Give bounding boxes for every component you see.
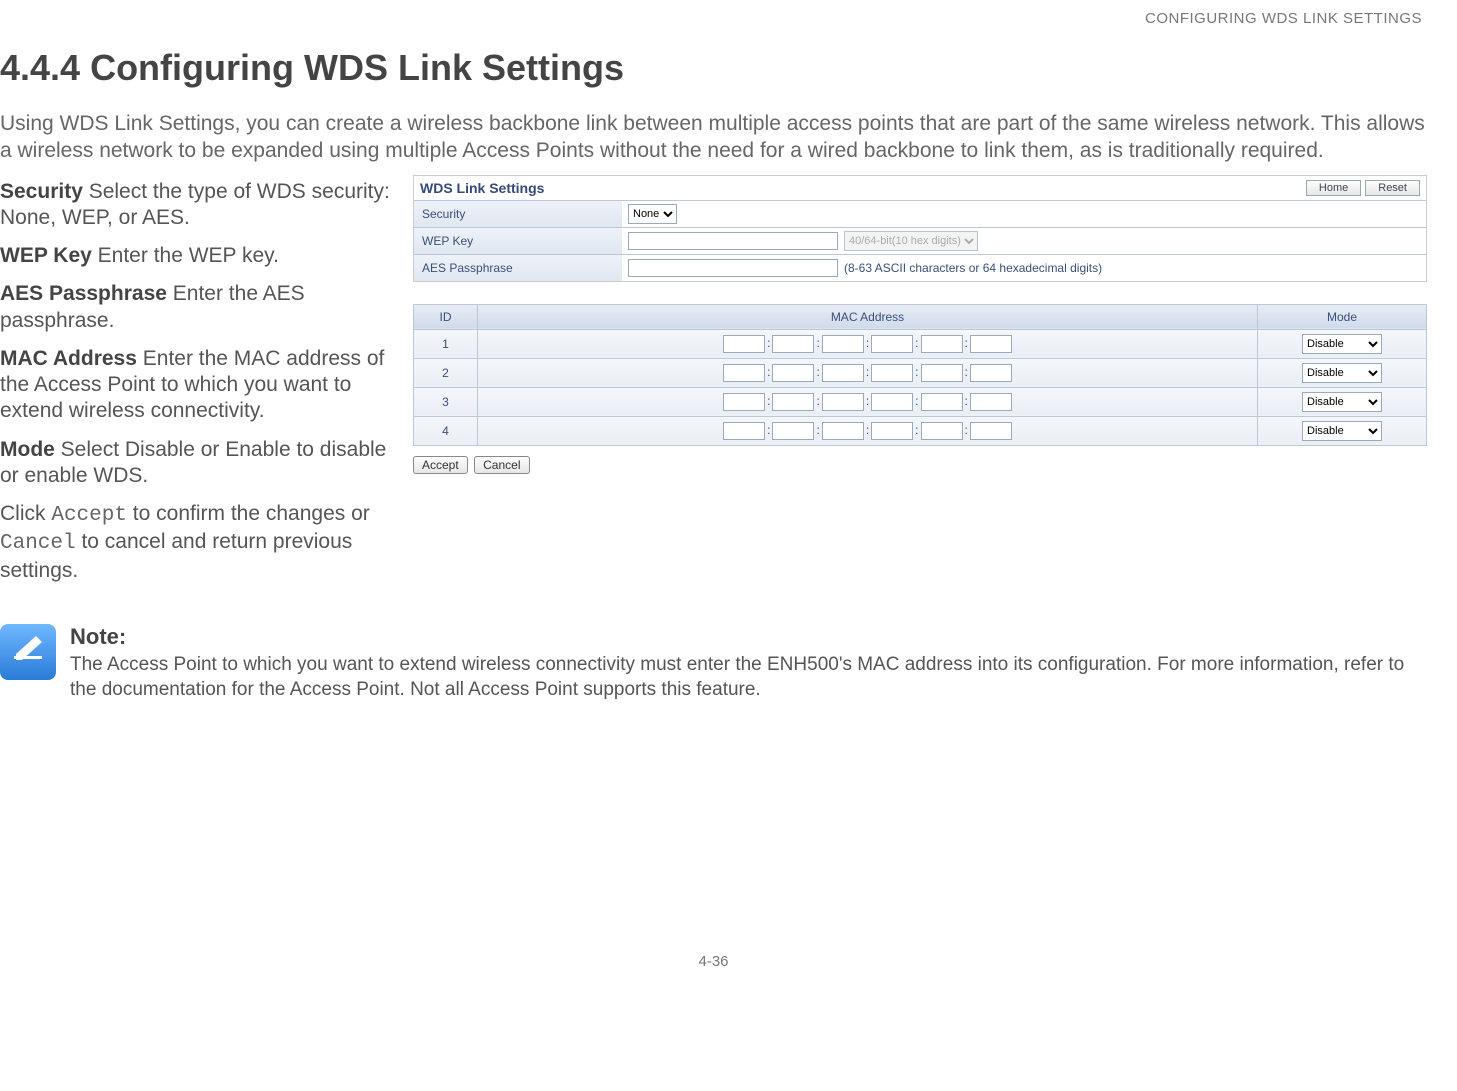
desc-mode: Select Disable or Enable to disable or e… <box>0 438 386 487</box>
label-aes: AES Passphrase <box>414 261 622 275</box>
table-row: 4 ::::: Disable <box>414 416 1427 445</box>
mac-octet-input[interactable] <box>772 335 814 353</box>
click-line-mid: to confirm the changes or <box>127 502 370 525</box>
panel-title: WDS Link Settings <box>420 180 1302 196</box>
mac-octet-input[interactable] <box>921 364 963 382</box>
accept-button[interactable]: Accept <box>413 456 468 474</box>
click-line-accept: Accept <box>51 504 127 527</box>
mode-select[interactable]: Disable <box>1302 421 1382 441</box>
mac-octet-input[interactable] <box>822 422 864 440</box>
mode-select[interactable]: Disable <box>1302 392 1382 412</box>
aes-helper-text: (8-63 ASCII characters or 64 hexadecimal… <box>844 261 1102 275</box>
mac-table: ID MAC Address Mode 1 ::::: Disable 2 <box>413 304 1427 446</box>
wep-digits-select: 40/64-bit(10 hex digits) <box>844 231 978 251</box>
label-security: Security <box>414 207 622 221</box>
mac-octet-input[interactable] <box>970 393 1012 411</box>
security-select[interactable]: None <box>628 204 677 224</box>
mac-octet-input[interactable] <box>871 335 913 353</box>
mac-octet-input[interactable] <box>772 393 814 411</box>
th-mode: Mode <box>1258 304 1427 329</box>
note-block: Note: The Access Point to which you want… <box>0 624 1427 703</box>
term-security: Security <box>0 180 83 203</box>
mac-octet-input[interactable] <box>772 422 814 440</box>
pencil-note-icon <box>0 624 56 680</box>
page-number: 4-36 <box>0 953 1427 970</box>
mac-cell: ::::: <box>478 387 1258 416</box>
table-row: 3 ::::: Disable <box>414 387 1427 416</box>
term-aes: AES Passphrase <box>0 282 167 305</box>
label-wepkey: WEP Key <box>414 234 622 248</box>
mac-octet-input[interactable] <box>871 364 913 382</box>
mac-cell: ::::: <box>478 329 1258 358</box>
note-body: The Access Point to which you want to ex… <box>70 652 1427 703</box>
page-title: 4.4.4 Configuring WDS Link Settings <box>0 47 1427 89</box>
th-id: ID <box>414 304 478 329</box>
mac-octet-input[interactable] <box>921 393 963 411</box>
mac-octet-input[interactable] <box>822 364 864 382</box>
mac-octet-input[interactable] <box>723 422 765 440</box>
table-row: 2 ::::: Disable <box>414 358 1427 387</box>
mac-octet-input[interactable] <box>723 364 765 382</box>
row-id: 1 <box>414 329 478 358</box>
table-row: 1 ::::: Disable <box>414 329 1427 358</box>
mac-cell: ::::: <box>478 416 1258 445</box>
running-header: CONFIGURING WDS LINK SETTINGS <box>0 10 1427 27</box>
row-id: 4 <box>414 416 478 445</box>
mac-octet-input[interactable] <box>921 335 963 353</box>
th-mac: MAC Address <box>478 304 1258 329</box>
term-mac: MAC Address <box>0 347 137 370</box>
cancel-button[interactable]: Cancel <box>474 456 529 474</box>
row-id: 3 <box>414 387 478 416</box>
mac-octet-input[interactable] <box>970 422 1012 440</box>
row-id: 2 <box>414 358 478 387</box>
mac-octet-input[interactable] <box>772 364 814 382</box>
mac-cell: ::::: <box>478 358 1258 387</box>
term-mode: Mode <box>0 438 55 461</box>
mac-octet-input[interactable] <box>822 393 864 411</box>
mac-octet-input[interactable] <box>822 335 864 353</box>
mode-select[interactable]: Disable <box>1302 334 1382 354</box>
home-button[interactable]: Home <box>1306 180 1361 196</box>
click-line-cancel: Cancel <box>0 532 76 555</box>
definitions-column: Security Select the type of WDS security… <box>0 175 395 596</box>
click-line-pre: Click <box>0 502 51 525</box>
mac-octet-input[interactable] <box>723 393 765 411</box>
note-title: Note: <box>70 624 1427 650</box>
mac-octet-input[interactable] <box>921 422 963 440</box>
mode-select[interactable]: Disable <box>1302 363 1382 383</box>
wepkey-input[interactable] <box>628 232 838 250</box>
mac-octet-input[interactable] <box>970 364 1012 382</box>
mac-octet-input[interactable] <box>871 393 913 411</box>
mac-octet-input[interactable] <box>970 335 1012 353</box>
aes-input[interactable] <box>628 259 838 277</box>
term-wepkey: WEP Key <box>0 244 92 267</box>
intro-paragraph: Using WDS Link Settings, you can create … <box>0 110 1427 165</box>
desc-wepkey: Enter the WEP key. <box>92 244 279 267</box>
mac-octet-input[interactable] <box>871 422 913 440</box>
reset-button[interactable]: Reset <box>1365 180 1420 196</box>
mac-octet-input[interactable] <box>723 335 765 353</box>
screenshot-panel: WDS Link Settings Home Reset Security No… <box>413 175 1427 474</box>
